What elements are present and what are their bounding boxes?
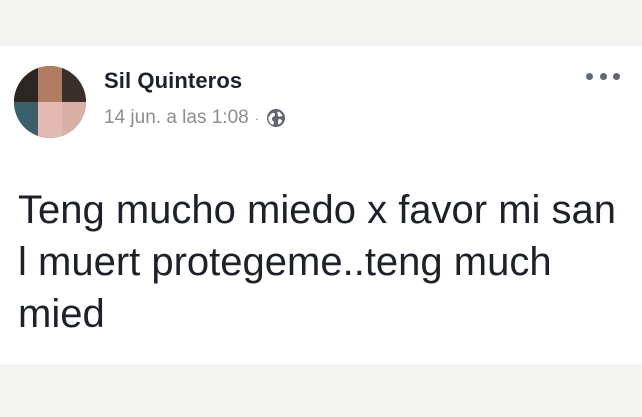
more-options-icon (599, 72, 607, 80)
post-meta: 14 jun. a las 1:08 · (104, 107, 286, 129)
more-options-icon (613, 72, 620, 80)
more-options-button[interactable] (586, 68, 620, 84)
avatar-pixel (62, 66, 86, 102)
avatar-pixel (14, 66, 38, 102)
meta-separator: · (254, 110, 260, 126)
avatar-pixel (14, 102, 38, 138)
avatar[interactable] (14, 66, 86, 138)
more-options-icon (586, 72, 593, 80)
post-timestamp[interactable]: 14 jun. a las 1:08 (104, 107, 249, 129)
post-text: Teng mucho miedo x favor mi san l muert … (18, 188, 617, 336)
post-card: Sil Quinteros 14 jun. a las 1:08 · Teng … (0, 46, 642, 364)
author-name[interactable]: Sil Quinteros (104, 68, 242, 94)
avatar-pixel (38, 66, 62, 102)
avatar-pixel (38, 102, 62, 138)
globe-icon[interactable] (266, 108, 286, 128)
avatar-pixel (62, 102, 86, 138)
